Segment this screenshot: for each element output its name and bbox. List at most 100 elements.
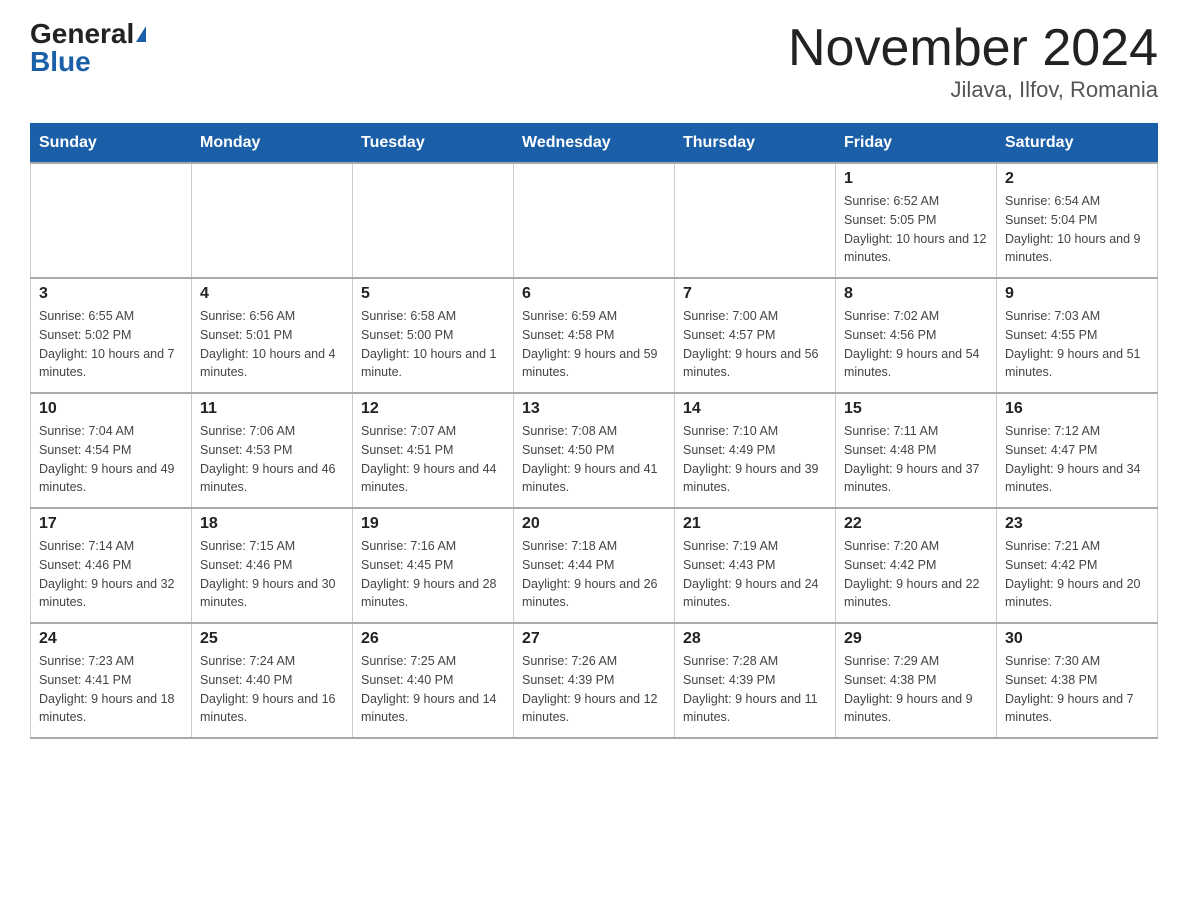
day-info: Sunrise: 7:02 AMSunset: 4:56 PMDaylight:… xyxy=(844,307,988,382)
week-row-5: 24 Sunrise: 7:23 AMSunset: 4:41 PMDayligh… xyxy=(31,623,1158,738)
day-header-wednesday: Wednesday xyxy=(514,124,675,164)
day-number: 14 xyxy=(683,400,827,418)
day-number: 1 xyxy=(844,170,988,188)
day-number: 23 xyxy=(1005,515,1149,533)
calendar-cell: 14 Sunrise: 7:10 AMSunset: 4:49 PMDayligh… xyxy=(675,393,836,508)
calendar-cell: 29 Sunrise: 7:29 AMSunset: 4:38 PMDayligh… xyxy=(836,623,997,738)
day-info: Sunrise: 7:06 AMSunset: 4:53 PMDaylight:… xyxy=(200,422,344,497)
calendar-title: November 2024 xyxy=(788,20,1158,77)
calendar-cell: 30 Sunrise: 7:30 AMSunset: 4:38 PMDayligh… xyxy=(997,623,1158,738)
day-info: Sunrise: 6:54 AMSunset: 5:04 PMDaylight:… xyxy=(1005,192,1149,267)
calendar-cell: 10Sunrise: 7:04 AMSunset: 4:54 PMDayligh… xyxy=(31,393,192,508)
day-number: 12 xyxy=(361,400,505,418)
day-number: 17 xyxy=(39,515,183,533)
day-info: Sunrise: 7:25 AMSunset: 4:40 PMDaylight:… xyxy=(361,652,505,727)
calendar-cell: 20 Sunrise: 7:18 AMSunset: 4:44 PMDayligh… xyxy=(514,508,675,623)
calendar-cell: 3 Sunrise: 6:55 AMSunset: 5:02 PMDaylight… xyxy=(31,278,192,393)
day-info: Sunrise: 6:52 AMSunset: 5:05 PMDaylight:… xyxy=(844,192,988,267)
calendar-cell: 7 Sunrise: 7:00 AMSunset: 4:57 PMDaylight… xyxy=(675,278,836,393)
day-number: 29 xyxy=(844,630,988,648)
day-number: 5 xyxy=(361,285,505,303)
logo-general-text: General xyxy=(30,20,134,48)
day-number: 27 xyxy=(522,630,666,648)
calendar-cell xyxy=(192,163,353,278)
day-header-sunday: Sunday xyxy=(31,124,192,164)
title-block: November 2024 Jilava, Ilfov, Romania xyxy=(788,20,1158,103)
calendar-cell: 12Sunrise: 7:07 AMSunset: 4:51 PMDayligh… xyxy=(353,393,514,508)
day-info: Sunrise: 6:58 AMSunset: 5:00 PMDaylight:… xyxy=(361,307,505,382)
day-info: Sunrise: 7:00 AMSunset: 4:57 PMDaylight:… xyxy=(683,307,827,382)
day-info: Sunrise: 7:18 AMSunset: 4:44 PMDaylight:… xyxy=(522,537,666,612)
day-info: Sunrise: 7:24 AMSunset: 4:40 PMDaylight:… xyxy=(200,652,344,727)
week-row-2: 3 Sunrise: 6:55 AMSunset: 5:02 PMDaylight… xyxy=(31,278,1158,393)
day-number: 25 xyxy=(200,630,344,648)
day-info: Sunrise: 6:59 AMSunset: 4:58 PMDaylight:… xyxy=(522,307,666,382)
day-number: 16 xyxy=(1005,400,1149,418)
day-number: 10 xyxy=(39,400,183,418)
logo-blue-text: Blue xyxy=(30,48,91,76)
day-number: 19 xyxy=(361,515,505,533)
day-header-friday: Friday xyxy=(836,124,997,164)
day-header-tuesday: Tuesday xyxy=(353,124,514,164)
day-info: Sunrise: 6:56 AMSunset: 5:01 PMDaylight:… xyxy=(200,307,344,382)
calendar-cell: 13Sunrise: 7:08 AMSunset: 4:50 PMDayligh… xyxy=(514,393,675,508)
day-number: 30 xyxy=(1005,630,1149,648)
day-info: Sunrise: 7:16 AMSunset: 4:45 PMDaylight:… xyxy=(361,537,505,612)
day-info: Sunrise: 6:55 AMSunset: 5:02 PMDaylight:… xyxy=(39,307,183,382)
calendar-cell: 11 Sunrise: 7:06 AMSunset: 4:53 PMDayligh… xyxy=(192,393,353,508)
calendar-cell: 8 Sunrise: 7:02 AMSunset: 4:56 PMDaylight… xyxy=(836,278,997,393)
day-info: Sunrise: 7:14 AMSunset: 4:46 PMDaylight:… xyxy=(39,537,183,612)
calendar-table: SundayMondayTuesdayWednesdayThursdayFrid… xyxy=(30,123,1158,739)
day-number: 3 xyxy=(39,285,183,303)
logo-triangle-icon xyxy=(136,26,146,42)
day-number: 28 xyxy=(683,630,827,648)
calendar-cell: 15Sunrise: 7:11 AMSunset: 4:48 PMDayligh… xyxy=(836,393,997,508)
calendar-cell: 6Sunrise: 6:59 AMSunset: 4:58 PMDaylight… xyxy=(514,278,675,393)
calendar-cell xyxy=(514,163,675,278)
calendar-cell: 2Sunrise: 6:54 AMSunset: 5:04 PMDaylight… xyxy=(997,163,1158,278)
day-number: 4 xyxy=(200,285,344,303)
calendar-cell: 17 Sunrise: 7:14 AMSunset: 4:46 PMDayligh… xyxy=(31,508,192,623)
calendar-cell: 4 Sunrise: 6:56 AMSunset: 5:01 PMDaylight… xyxy=(192,278,353,393)
calendar-cell: 22Sunrise: 7:20 AMSunset: 4:42 PMDayligh… xyxy=(836,508,997,623)
day-info: Sunrise: 7:03 AMSunset: 4:55 PMDaylight:… xyxy=(1005,307,1149,382)
day-info: Sunrise: 7:21 AMSunset: 4:42 PMDaylight:… xyxy=(1005,537,1149,612)
calendar-cell: 5 Sunrise: 6:58 AMSunset: 5:00 PMDaylight… xyxy=(353,278,514,393)
day-header-thursday: Thursday xyxy=(675,124,836,164)
page-header: General Blue November 2024 Jilava, Ilfov… xyxy=(30,20,1158,103)
day-number: 8 xyxy=(844,285,988,303)
week-row-4: 17 Sunrise: 7:14 AMSunset: 4:46 PMDayligh… xyxy=(31,508,1158,623)
calendar-subtitle: Jilava, Ilfov, Romania xyxy=(788,77,1158,103)
day-info: Sunrise: 7:29 AMSunset: 4:38 PMDaylight:… xyxy=(844,652,988,727)
day-number: 20 xyxy=(522,515,666,533)
calendar-cell xyxy=(31,163,192,278)
day-number: 9 xyxy=(1005,285,1149,303)
day-info: Sunrise: 7:20 AMSunset: 4:42 PMDaylight:… xyxy=(844,537,988,612)
day-number: 13 xyxy=(522,400,666,418)
day-number: 26 xyxy=(361,630,505,648)
calendar-cell: 24 Sunrise: 7:23 AMSunset: 4:41 PMDayligh… xyxy=(31,623,192,738)
day-number: 7 xyxy=(683,285,827,303)
day-number: 11 xyxy=(200,400,344,418)
calendar-cell: 26 Sunrise: 7:25 AMSunset: 4:40 PMDayligh… xyxy=(353,623,514,738)
calendar-cell: 28Sunrise: 7:28 AMSunset: 4:39 PMDayligh… xyxy=(675,623,836,738)
calendar-cell: 27 Sunrise: 7:26 AMSunset: 4:39 PMDayligh… xyxy=(514,623,675,738)
calendar-cell: 19 Sunrise: 7:16 AMSunset: 4:45 PMDayligh… xyxy=(353,508,514,623)
calendar-cell xyxy=(353,163,514,278)
day-info: Sunrise: 7:30 AMSunset: 4:38 PMDaylight:… xyxy=(1005,652,1149,727)
day-info: Sunrise: 7:19 AMSunset: 4:43 PMDaylight:… xyxy=(683,537,827,612)
calendar-cell: 16Sunrise: 7:12 AMSunset: 4:47 PMDayligh… xyxy=(997,393,1158,508)
week-row-3: 10Sunrise: 7:04 AMSunset: 4:54 PMDayligh… xyxy=(31,393,1158,508)
day-info: Sunrise: 7:23 AMSunset: 4:41 PMDaylight:… xyxy=(39,652,183,727)
day-number: 21 xyxy=(683,515,827,533)
calendar-cell: 18Sunrise: 7:15 AMSunset: 4:46 PMDayligh… xyxy=(192,508,353,623)
day-info: Sunrise: 7:10 AMSunset: 4:49 PMDaylight:… xyxy=(683,422,827,497)
day-header-saturday: Saturday xyxy=(997,124,1158,164)
calendar-cell xyxy=(675,163,836,278)
day-info: Sunrise: 7:15 AMSunset: 4:46 PMDaylight:… xyxy=(200,537,344,612)
day-number: 24 xyxy=(39,630,183,648)
day-info: Sunrise: 7:26 AMSunset: 4:39 PMDaylight:… xyxy=(522,652,666,727)
calendar-cell: 1 Sunrise: 6:52 AMSunset: 5:05 PMDaylight… xyxy=(836,163,997,278)
calendar-cell: 9 Sunrise: 7:03 AMSunset: 4:55 PMDaylight… xyxy=(997,278,1158,393)
day-number: 15 xyxy=(844,400,988,418)
